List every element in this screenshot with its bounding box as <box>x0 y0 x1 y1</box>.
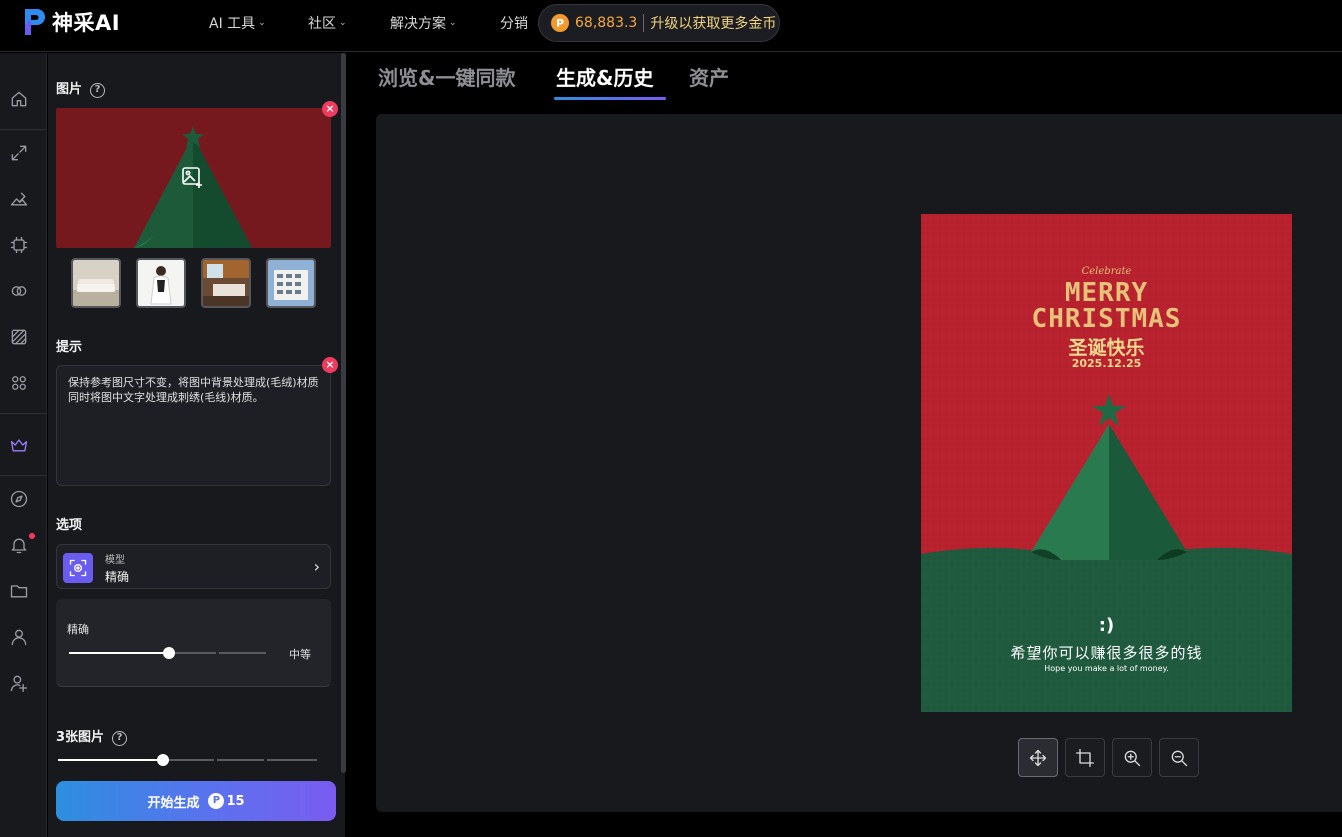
prompt-textarea[interactable]: 保持参考图尺寸不变，将图中背景处理成(毛绒)材质同时将图中文字处理成刺绣(毛线)… <box>56 365 331 486</box>
prompt-section-title: 提示 <box>56 340 83 355</box>
image-section-title: 图片? <box>56 78 106 98</box>
sofa-thumbnail[interactable] <box>71 258 121 308</box>
slider-track <box>219 652 266 654</box>
chevron-down-icon: ⌄ <box>258 18 266 28</box>
crop-icon[interactable] <box>1065 738 1105 777</box>
nav-distribution-label: 分销 <box>500 16 528 32</box>
count-section-label: 3张图片 <box>56 730 105 745</box>
options-section-title: 选项 <box>56 518 83 533</box>
model-icon <box>63 553 93 583</box>
image-count-slider-knob[interactable] <box>157 754 169 766</box>
chevron-right-icon: › <box>313 557 320 576</box>
divider <box>0 129 46 130</box>
nav-community-label: 社区 <box>308 16 336 32</box>
link-icon[interactable] <box>8 280 30 302</box>
generated-poster[interactable]: Celebrate MERRY CHRISTMAS 圣诞快乐 2025.12.2… <box>921 214 1292 712</box>
nav-solutions[interactable]: 解决方案 ⌄ <box>390 0 457 46</box>
help-icon[interactable]: ? <box>112 731 128 746</box>
bedroom-thumbnail[interactable] <box>201 258 251 308</box>
count-section-title: 3张图片? <box>56 726 128 746</box>
generate-button[interactable]: 开始生成 P 15 <box>56 781 336 821</box>
tab-generate-history[interactable]: 生成&历史 <box>556 62 653 91</box>
panel-scrollbar[interactable] <box>341 53 346 773</box>
divider <box>0 475 46 476</box>
bell-icon[interactable] <box>8 534 30 556</box>
poster-date: 2025.12.25 <box>1071 357 1142 370</box>
coin-icon: P <box>551 14 569 32</box>
coin-amount: 68,883.3 <box>575 15 638 31</box>
coin-balance-pill[interactable]: P 68,883.3 升级以获取更多金币 <box>538 4 780 42</box>
compass-icon[interactable] <box>8 488 30 510</box>
zoom-out-icon[interactable] <box>1159 738 1199 777</box>
remove-image-button[interactable]: × <box>322 101 338 117</box>
logo[interactable]: 神采AI <box>22 6 120 38</box>
user-icon[interactable] <box>8 626 30 648</box>
model-selector[interactable]: 模型 精确 › <box>56 544 331 589</box>
slider-fill <box>69 652 169 654</box>
move-icon[interactable] <box>1018 738 1058 777</box>
slider-fill <box>58 759 163 761</box>
upgrade-link[interactable]: 升级以获取更多金币 <box>650 13 776 33</box>
divider <box>643 14 645 32</box>
tab-browse[interactable]: 浏览&一键同款 <box>378 62 515 91</box>
chip-icon[interactable] <box>8 234 30 256</box>
clear-prompt-button[interactable]: × <box>322 357 338 373</box>
precision-value: 中等 <box>289 648 311 661</box>
poster-cn-title: 圣诞快乐 <box>1068 337 1145 359</box>
nav-ai-tools[interactable]: AI 工具 ⌄ <box>209 0 266 46</box>
texture-icon[interactable] <box>8 326 30 348</box>
poster-cn-wish: 希望你可以赚很多很多的钱 <box>1010 644 1203 662</box>
help-icon[interactable]: ? <box>90 83 106 98</box>
chevron-down-icon: ⌄ <box>339 18 347 28</box>
slider-track <box>164 759 214 761</box>
precision-card: 精确 中等 <box>56 599 331 687</box>
reference-thumbnails <box>71 258 316 308</box>
poster-smiley: :) <box>1098 615 1115 636</box>
notification-dot <box>29 533 35 539</box>
nav-community[interactable]: 社区 ⌄ <box>308 0 347 46</box>
zoom-in-icon[interactable] <box>1112 738 1152 777</box>
canvas-toolbar <box>1018 738 1199 777</box>
slider-track <box>217 759 264 761</box>
nav-distribution[interactable]: 分销 <box>500 0 528 46</box>
expand-icon[interactable] <box>8 142 30 164</box>
brand-name: 神采AI <box>52 11 121 35</box>
crown-icon[interactable] <box>8 434 30 456</box>
model-label: 模型 <box>105 555 125 566</box>
divider <box>0 413 46 414</box>
reference-image[interactable] <box>56 108 331 248</box>
generate-label: 开始生成 <box>147 795 200 811</box>
folder-icon[interactable] <box>8 580 30 602</box>
user-settings-icon[interactable] <box>8 672 30 694</box>
generate-cost: 15 <box>226 793 245 809</box>
edit-image-icon[interactable] <box>8 188 30 210</box>
poster-en-wish: Hope you make a lot of money. <box>1044 664 1169 673</box>
active-tab-indicator <box>554 97 666 100</box>
precision-label: 精确 <box>67 623 89 636</box>
slider-track <box>169 652 216 654</box>
logo-icon <box>25 9 45 35</box>
coin-icon: P <box>208 793 225 809</box>
poster-script-line: Celebrate <box>1081 266 1132 277</box>
icon-rail <box>0 53 47 837</box>
nav-ai-tools-label: AI 工具 <box>209 16 256 32</box>
apps-icon[interactable] <box>8 372 30 394</box>
top-bar: 神采AI AI 工具 ⌄ 社区 ⌄ 解决方案 ⌄ 分销 P 68,883.3 升级以获… <box>0 0 1342 52</box>
model-value: 精确 <box>105 570 130 584</box>
building-thumbnail[interactable] <box>266 258 316 308</box>
tab-assets[interactable]: 资产 <box>689 62 729 91</box>
poster-headline-1: MERRY <box>1064 278 1149 308</box>
woman-in-white-thumbnail[interactable] <box>136 258 186 308</box>
poster-headline-2: CHRISTMAS <box>1031 304 1182 334</box>
nav-solutions-label: 解决方案 <box>390 16 446 32</box>
slider-track <box>267 759 317 761</box>
home-icon[interactable] <box>8 88 30 110</box>
chevron-down-icon: ⌄ <box>449 18 457 28</box>
image-section-label: 图片 <box>56 82 83 97</box>
reference-image-art <box>56 108 331 248</box>
precision-slider-knob[interactable] <box>163 647 175 659</box>
